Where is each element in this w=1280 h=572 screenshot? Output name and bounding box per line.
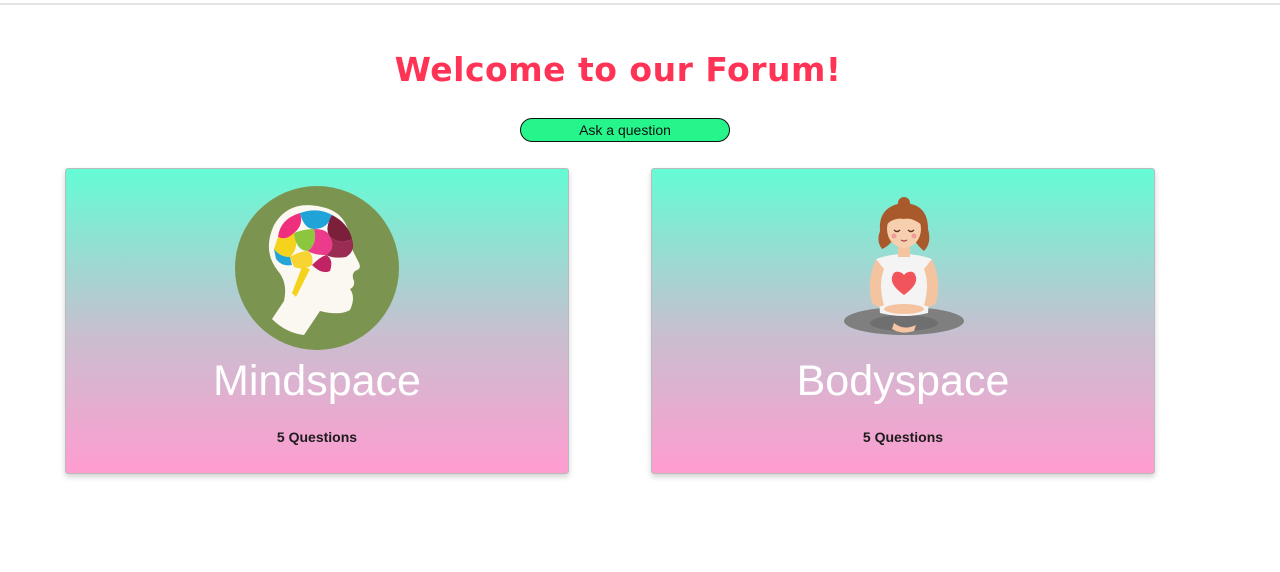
card-title: Mindspace (213, 357, 421, 405)
bodyspace-card[interactable]: Bodyspace 5 Questions (651, 168, 1155, 474)
question-count: 5 Questions (862, 429, 944, 445)
page-title: Welcome to our Forum! (394, 50, 842, 89)
top-divider (0, 3, 1280, 5)
card-title: Bodyspace (796, 357, 1010, 405)
brain-puzzle-head-icon (235, 186, 399, 350)
meditating-woman-icon (844, 197, 964, 335)
mindspace-card[interactable]: Mindspace 5 Questions (65, 168, 569, 474)
ask-question-button[interactable]: Ask a question (520, 118, 730, 142)
question-count: 5 Questions (276, 429, 358, 445)
